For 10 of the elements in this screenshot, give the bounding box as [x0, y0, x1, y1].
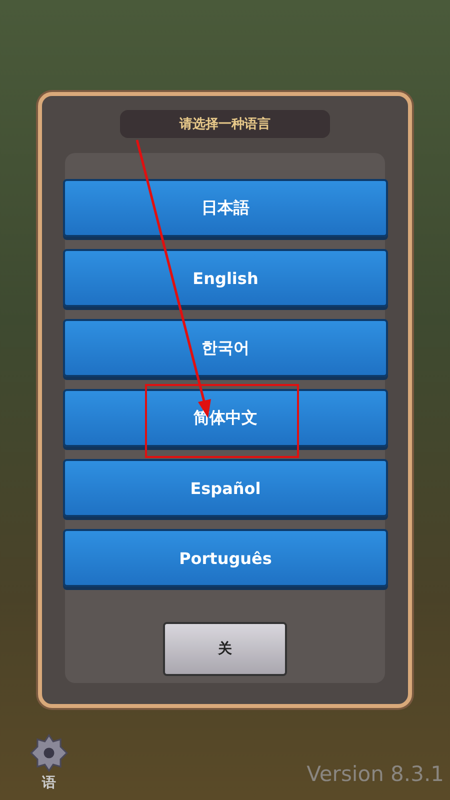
- language-button[interactable]: 한국어: [63, 319, 388, 377]
- version-text: Version 8.3.1: [306, 762, 444, 786]
- close-button[interactable]: 关: [163, 622, 287, 676]
- settings-label: 语: [42, 774, 56, 792]
- language-button[interactable]: Español: [63, 459, 388, 517]
- language-button[interactable]: English: [63, 249, 388, 307]
- gear-icon[interactable]: [28, 732, 70, 774]
- language-button[interactable]: Português: [63, 529, 388, 587]
- language-button[interactable]: 日本語: [63, 179, 388, 237]
- dialog-title: 请选择一种语言: [120, 110, 330, 138]
